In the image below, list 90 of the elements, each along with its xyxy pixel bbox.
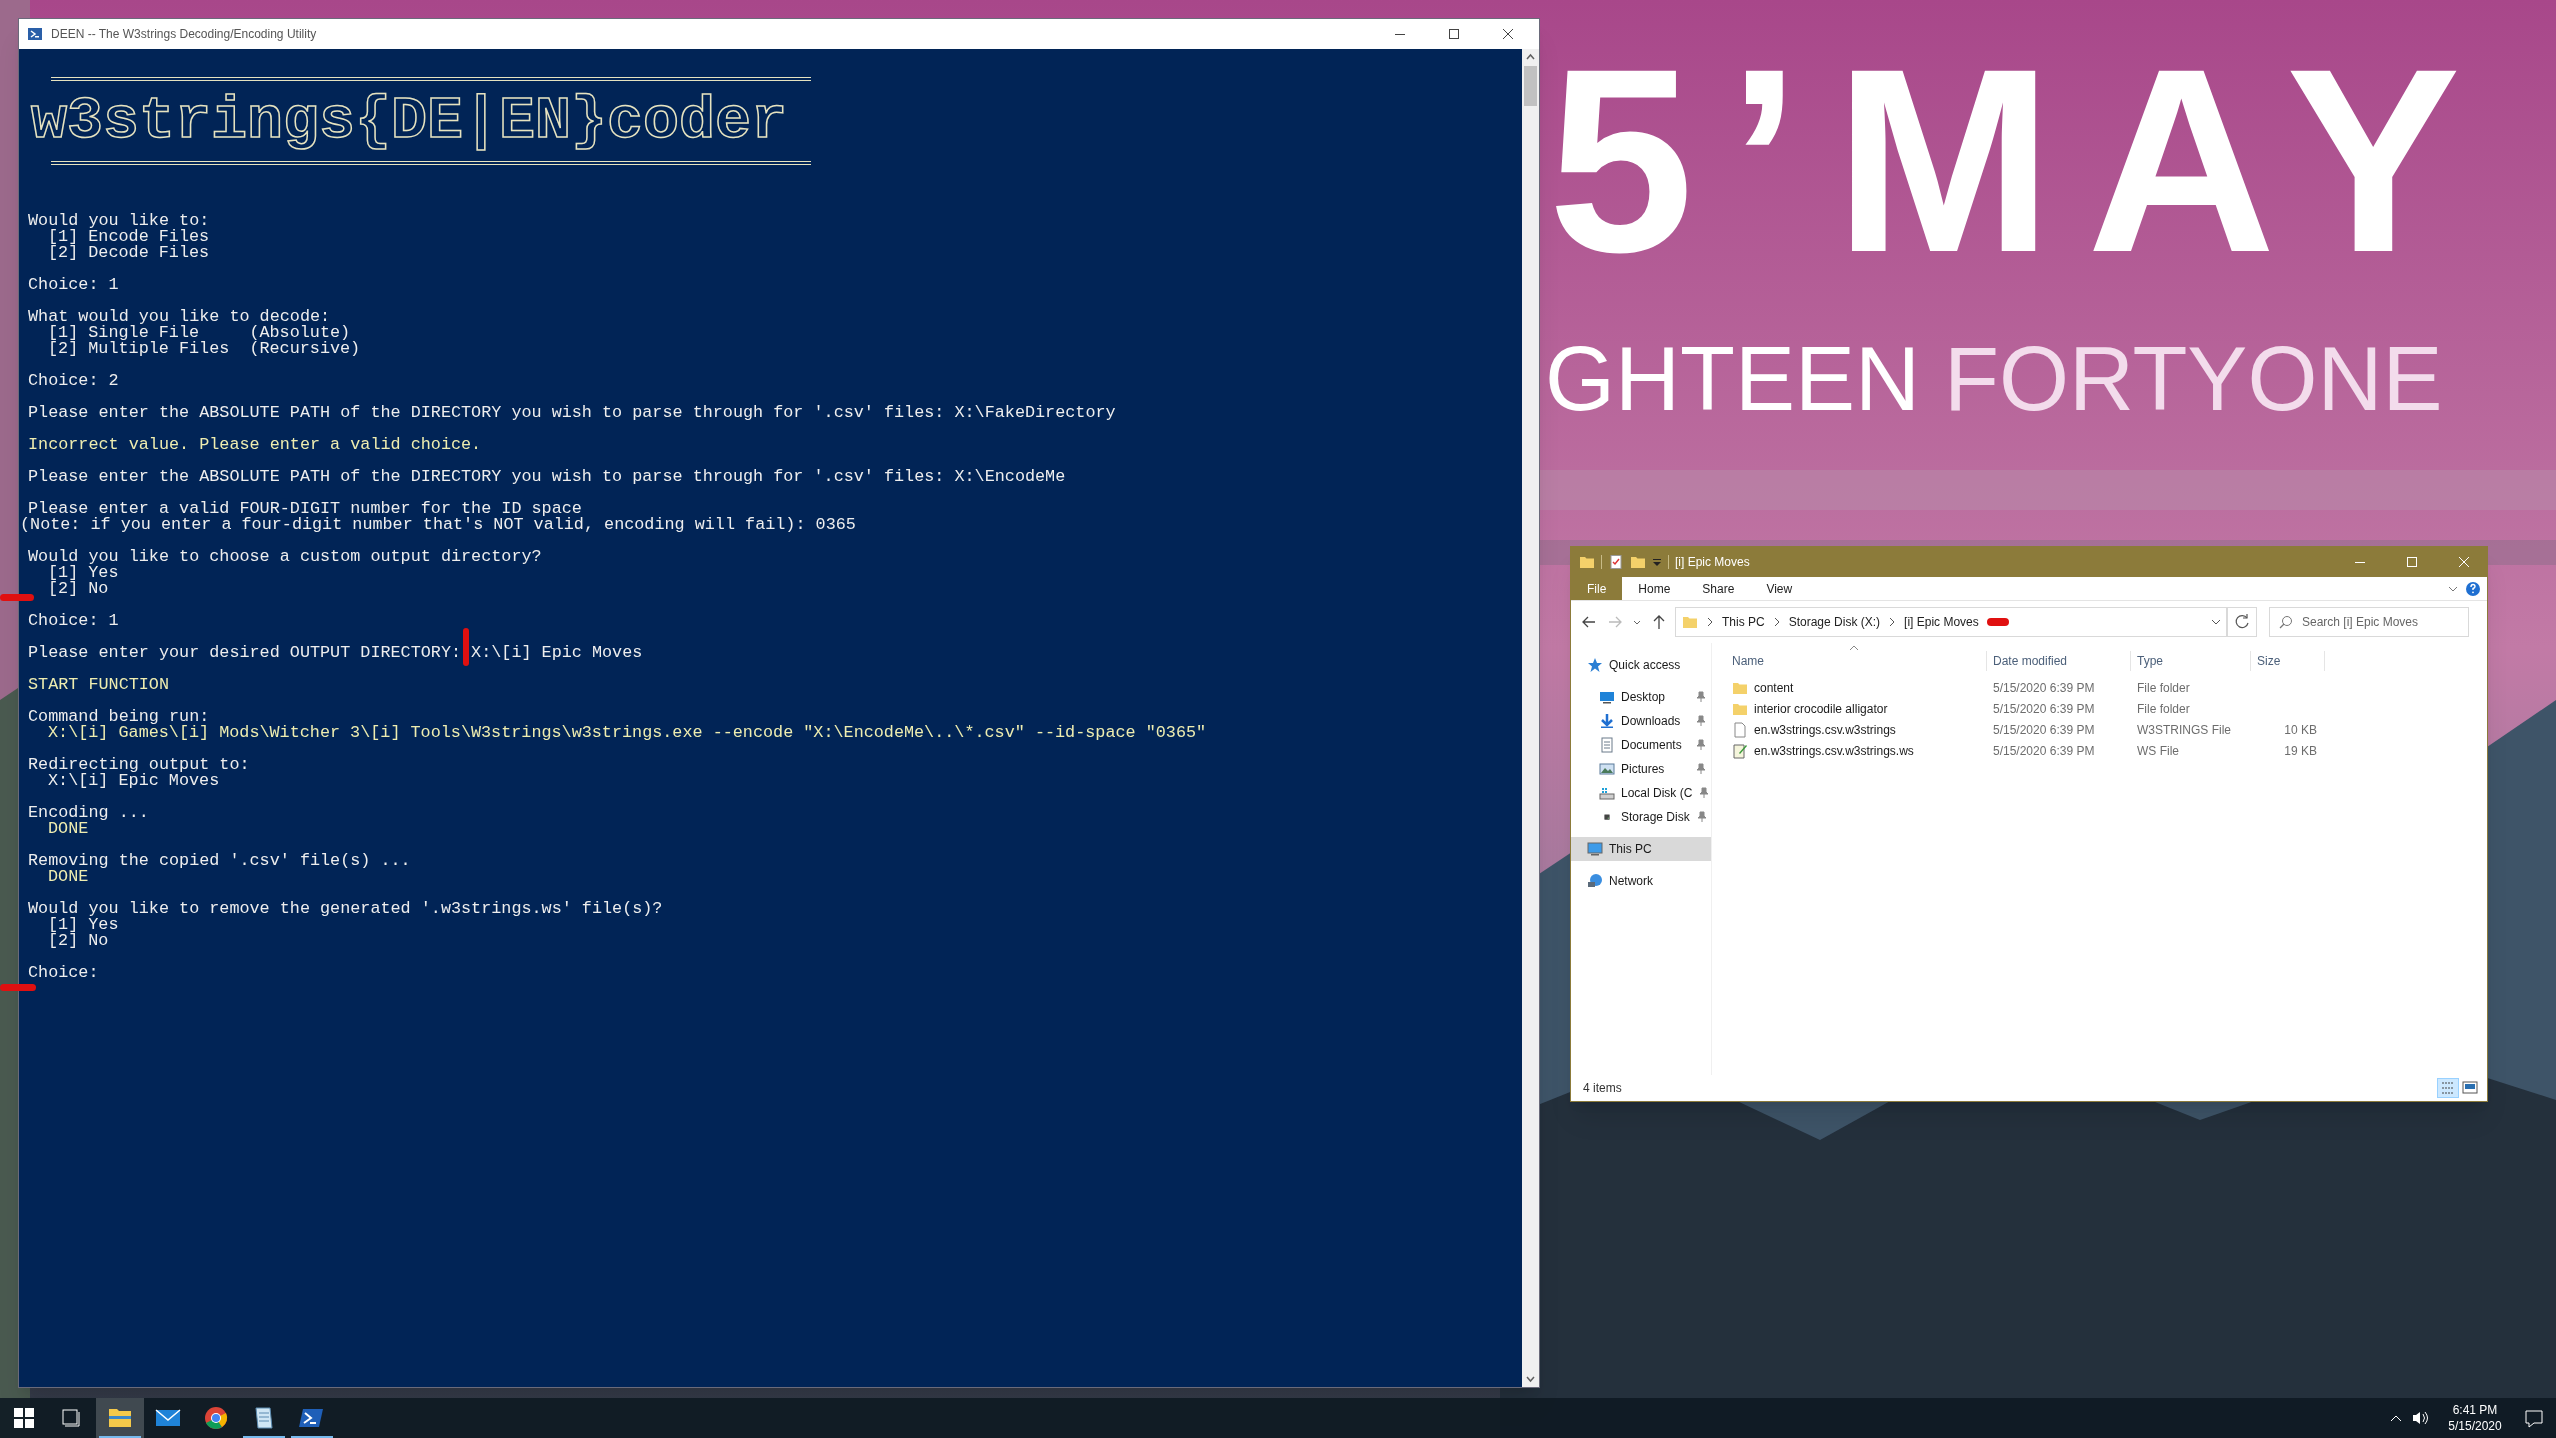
nav-label: Downloads	[1621, 713, 1682, 730]
nav-item[interactable]: Storage Disk	[1571, 805, 1711, 829]
nav-label: Quick access	[1609, 657, 1682, 674]
ribbon-tab[interactable]: File	[1571, 577, 1623, 600]
nav-item[interactable]: Pictures	[1571, 757, 1711, 781]
nav-item[interactable]: Network	[1571, 869, 1711, 893]
console-line: DONE	[48, 821, 89, 837]
console-line: Please enter the ABSOLUTE PATH of the DIRECTORY you wish to parse through for '.csv' files: X:\FakeDirectory	[27, 405, 1117, 421]
nav-item[interactable]: Quick access	[1571, 653, 1711, 677]
console-line: What would you like to decode:	[27, 309, 331, 325]
nav-label: Local Disk (C	[1621, 785, 1693, 802]
console-line: Redirecting output to:	[27, 757, 251, 773]
console-line: [2] Multiple Files (Recursive)	[47, 341, 362, 357]
console-line: DONE	[48, 869, 89, 885]
file-date: 5/15/2020 6:39 PM	[1992, 721, 2096, 739]
address-bar[interactable]: This PC Storage Disk (X:) [i] Epic Moves	[1675, 607, 2227, 637]
clock-date: 5/15/2020	[2448, 1418, 2502, 1434]
file-name: interior crocodile alligator	[1754, 700, 1888, 718]
clock-time: 6:41 PM	[2452, 1402, 2498, 1418]
ribbon-tab[interactable]: Share	[1686, 577, 1751, 600]
console-line: Choice: 1	[27, 613, 120, 629]
file-size: 10 KB	[2284, 721, 2317, 739]
banner-title: w3strings{DE|EN}coder	[31, 86, 788, 157]
console-line: [1] Yes	[47, 565, 120, 581]
console-line: Would you like to:	[27, 213, 211, 229]
status-text: 4 items	[1583, 1080, 1623, 1097]
nav-label: Pictures	[1621, 761, 1666, 778]
console-line: Please enter a valid FOUR-DIGIT number for the ID space	[28, 501, 582, 517]
wallpaper-headline: 5’MAY	[1548, 30, 2495, 292]
nav-label: Storage Disk	[1621, 809, 1690, 826]
console-line: Please enter your desired OUTPUT DIRECTORY: X:\[i] Epic Moves	[27, 645, 644, 661]
console-line: Choice: 1	[27, 277, 120, 293]
nav-label: This PC	[1609, 841, 1653, 858]
column-header[interactable]: Name	[1726, 651, 1987, 671]
nav-item[interactable]: Desktop	[1571, 685, 1711, 709]
console-line: START FUNCTION	[27, 677, 170, 693]
file-name: en.w3strings.csv.w3strings	[1754, 721, 1896, 739]
console-line: X:\[i] Games\[i] Mods\Witcher 3\[i] Tools\W3strings\w3strings.exe --encode "X:\EncodeMe\..\*.csv" --id-space "0365"	[47, 725, 1208, 741]
console-line: [1] Yes	[47, 917, 120, 933]
nav-label: Desktop	[1621, 689, 1667, 706]
console-line: [2] Decode Files	[47, 245, 211, 261]
column-header[interactable]: Date modified	[1987, 651, 2131, 671]
console-line: Command being run:	[27, 709, 211, 725]
file-name: content	[1754, 679, 1794, 697]
nav-item[interactable]: This PC	[1571, 837, 1711, 861]
wallpaper-text: FORTYONE	[1944, 330, 2443, 429]
wallpaper-text: GHTEEN	[1545, 330, 1921, 429]
file-date: 5/15/2020 6:39 PM	[1992, 700, 2096, 718]
column-header[interactable]: Size	[2251, 651, 2325, 671]
console-line: Choice: 2	[27, 373, 120, 389]
console-line: Removing the copied '.csv' file(s) ...	[27, 853, 412, 869]
window-title: DEEN -- The W3strings Decoding/Encoding Utility	[51, 26, 318, 43]
console-line: Choice:	[27, 965, 100, 981]
file-type: File folder	[2136, 700, 2191, 718]
console-line: [2] No	[47, 581, 110, 597]
console-line: X:\[i] Epic Moves	[48, 773, 221, 789]
search-field[interactable]: Search [i] Epic Moves	[2269, 607, 2469, 637]
file-name: en.w3strings.csv.w3strings.ws	[1754, 742, 1914, 760]
console-line: Incorrect value. Please enter a valid choice.	[27, 437, 483, 453]
column-header[interactable]: Type	[2131, 651, 2251, 671]
console-line: Encoding ...	[27, 805, 150, 821]
file-date: 5/15/2020 6:39 PM	[1992, 679, 2096, 697]
ribbon-tab[interactable]: Home	[1622, 577, 1687, 600]
ribbon-tab[interactable]: View	[1750, 577, 1809, 600]
clock[interactable]: 6:41 PM 5/15/2020	[2438, 1398, 2512, 1438]
console-line: Would you like to choose a custom output directory?	[27, 549, 543, 565]
file-size: 19 KB	[2284, 742, 2317, 760]
file-row[interactable]: en.w3strings.csv.w3strings.ws 5/15/2020 6:39 PM WS File 19 KB	[1726, 740, 2487, 761]
console-line: [1] Encode Files	[47, 229, 211, 245]
console-line: (Note: if you enter a four-digit number that's NOT valid, encoding will fail): 0365	[19, 517, 857, 533]
file-type: WS File	[2136, 742, 2180, 760]
console-line: [2] No	[47, 933, 110, 949]
file-row[interactable]: en.w3strings.csv.w3strings 5/15/2020 6:39 PM W3STRINGS File 10 KB	[1726, 719, 2487, 740]
file-type: W3STRINGS File	[2136, 721, 2232, 739]
nav-label: Documents	[1621, 737, 1683, 754]
breadcrumb[interactable]: [i] Epic Moves	[1904, 613, 1979, 631]
nav-item[interactable]: Downloads	[1571, 709, 1711, 733]
file-type: File folder	[2136, 679, 2191, 697]
file-row[interactable]: content 5/15/2020 6:39 PM File folder	[1726, 677, 2487, 698]
window-title: [i] Epic Moves	[1675, 554, 1751, 571]
console-line: [1] Single File (Absolute)	[47, 325, 351, 341]
breadcrumb[interactable]: This PC	[1722, 613, 1765, 631]
nav-item[interactable]: Local Disk (C	[1571, 781, 1711, 805]
console-line: Please enter the ABSOLUTE PATH of the DIRECTORY you wish to parse through for '.csv' files: X:\EncodeMe	[27, 469, 1067, 485]
nav-item[interactable]: Documents	[1571, 733, 1711, 757]
file-row[interactable]: interior crocodile alligator 5/15/2020 6:39 PM File folder	[1726, 698, 2487, 719]
breadcrumb[interactable]: Storage Disk (X:)	[1788, 613, 1881, 631]
nav-label: Network	[1609, 873, 1654, 890]
console-line: Would you like to remove the generated '.w3strings.ws' file(s)?	[27, 901, 664, 917]
file-date: 5/15/2020 6:39 PM	[1992, 742, 2096, 760]
